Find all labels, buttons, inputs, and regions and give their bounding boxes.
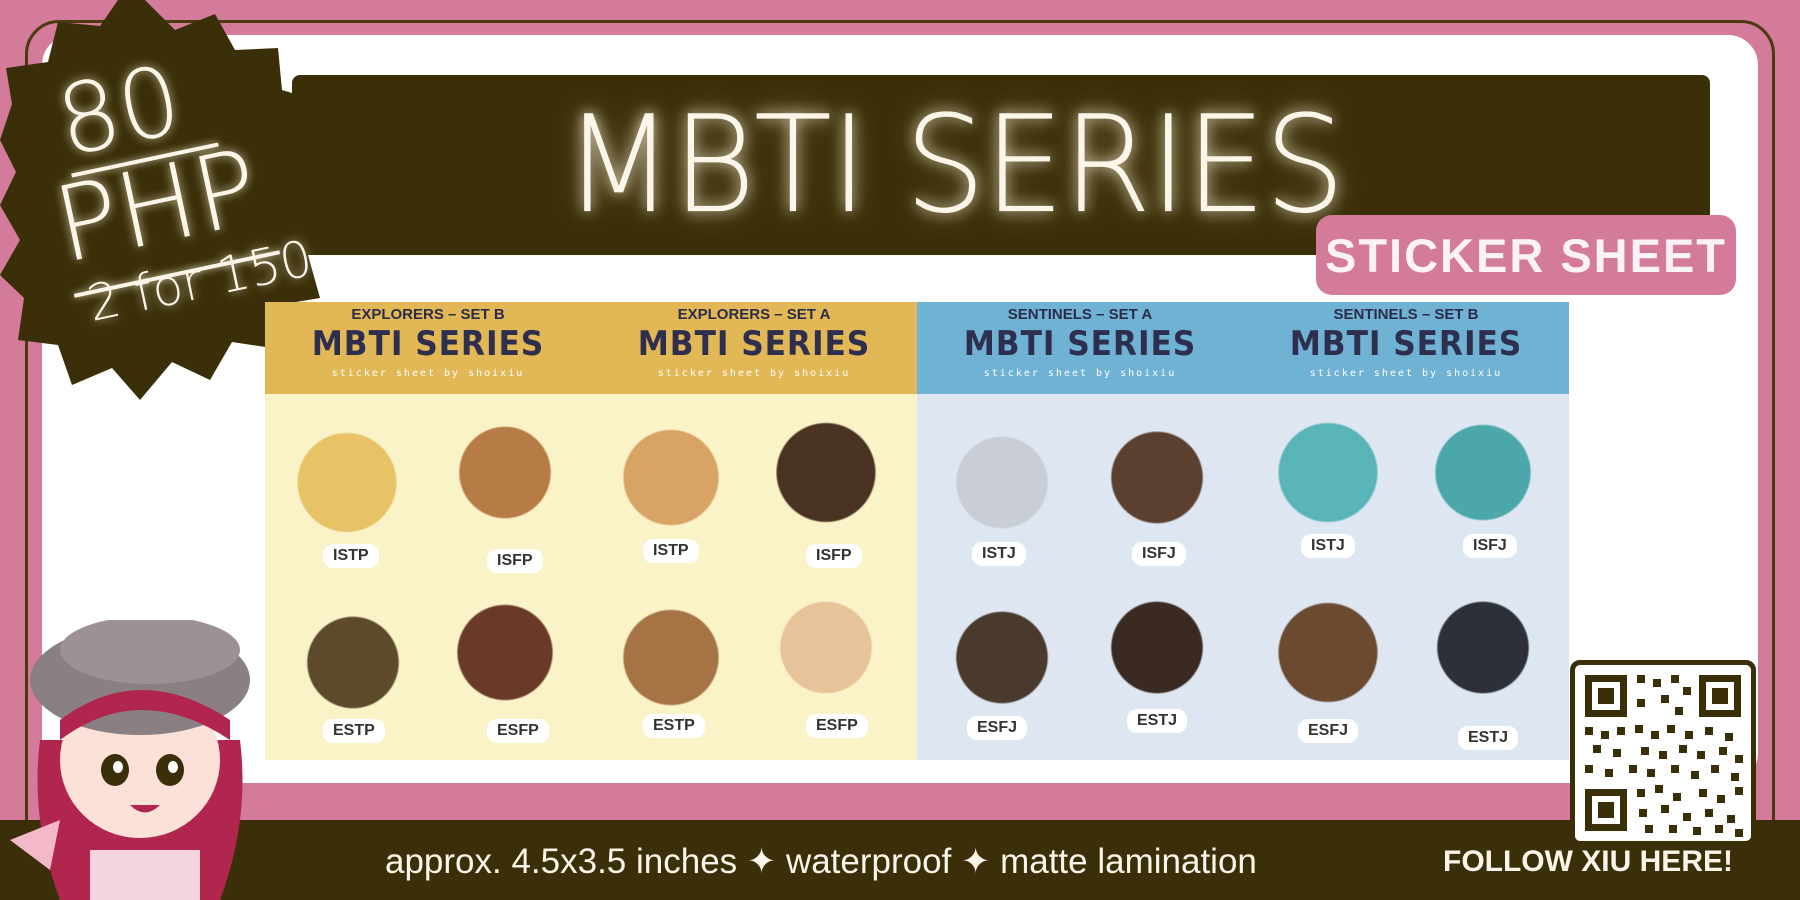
sheet-subtitle: EXPLORERS – SET A bbox=[677, 306, 831, 323]
page-title: MBTI SERIES bbox=[563, 86, 1346, 244]
sheet-subtitle: EXPLORERS – SET B bbox=[351, 306, 505, 323]
sticker-label: ESTJ bbox=[1127, 709, 1188, 733]
sticker-label: ESFJ bbox=[967, 716, 1028, 740]
sticker-character bbox=[942, 424, 1062, 554]
sticker-label: ISFJ bbox=[1463, 534, 1517, 558]
sticker-label: ISFJ bbox=[1132, 542, 1186, 566]
sheet-title: MBTI SERIES bbox=[1289, 324, 1523, 364]
sticker-character bbox=[1097, 589, 1217, 719]
sheet-header: EXPLORERS – SET A MBTI SERIES sticker sh… bbox=[591, 302, 917, 394]
sticker-character bbox=[1268, 594, 1388, 724]
sticker-sheet-explorers-b: EXPLORERS – SET B MBTI SERIES sticker sh… bbox=[265, 302, 591, 760]
sticker-character bbox=[287, 424, 407, 554]
sticker-label: ESFJ bbox=[1298, 719, 1359, 743]
sticker-label: ESTJ bbox=[1458, 726, 1519, 750]
sheet-body: ISTP ISFP ESTP ESFP bbox=[265, 394, 591, 760]
sticker-character bbox=[1268, 414, 1388, 544]
sticker-character bbox=[1097, 419, 1217, 549]
sticker-label: ISTP bbox=[323, 544, 379, 568]
sticker-sheet-explorers-a: EXPLORERS – SET A MBTI SERIES sticker sh… bbox=[591, 302, 917, 760]
sticker-character bbox=[766, 589, 886, 719]
sticker-sheet-sentinels-a: SENTINELS – SET A MBTI SERIES sticker sh… bbox=[917, 302, 1243, 760]
sticker-sheets: EXPLORERS – SET B MBTI SERIES sticker sh… bbox=[265, 302, 1569, 760]
sticker-character bbox=[766, 414, 886, 544]
chibi-avatar-illustration bbox=[10, 616, 250, 900]
sheet-header: SENTINELS – SET A MBTI SERIES sticker sh… bbox=[917, 302, 1243, 394]
sticker-label: ESFP bbox=[487, 719, 549, 743]
sheet-subtitle: SENTINELS – SET B bbox=[1333, 306, 1479, 323]
sticker-label: ISFP bbox=[806, 544, 862, 568]
sticker-label: ESTP bbox=[323, 719, 385, 743]
sheet-title: MBTI SERIES bbox=[637, 324, 871, 364]
sticker-character bbox=[1423, 414, 1543, 544]
qr-code[interactable] bbox=[1570, 660, 1756, 846]
sticker-label: ISTP bbox=[643, 539, 699, 563]
chibi-avatar bbox=[0, 616, 310, 900]
sheet-credit: sticker sheet by shoixiu bbox=[983, 368, 1177, 379]
sticker-sheet-label: STICKER SHEET bbox=[1324, 228, 1728, 282]
sheet-body: ISTP ISFP ESTP ESFP bbox=[591, 394, 917, 760]
sticker-label: ESTP bbox=[643, 714, 705, 738]
sticker-character bbox=[942, 599, 1062, 729]
qr-code-icon bbox=[1585, 675, 1743, 837]
sticker-character bbox=[611, 419, 731, 549]
product-specs: approx. 4.5x3.5 inches ✦ waterproof ✦ ma… bbox=[385, 842, 1257, 881]
sticker-label: ISTJ bbox=[1301, 534, 1355, 558]
sticker-label: ISTJ bbox=[972, 542, 1026, 566]
sheet-credit: sticker sheet by shoixiu bbox=[1309, 368, 1503, 379]
sheet-subtitle: SENTINELS – SET A bbox=[1007, 306, 1153, 323]
sticker-sheet-tag: STICKER SHEET bbox=[1316, 215, 1736, 295]
sheet-body: ISTJ ISFJ ESFJ ESTJ bbox=[1243, 394, 1569, 760]
sheet-title: MBTI SERIES bbox=[311, 324, 545, 364]
follow-cta: FOLLOW XIU HERE! bbox=[1443, 845, 1733, 878]
sheet-header: SENTINELS – SET B MBTI SERIES sticker sh… bbox=[1243, 302, 1569, 394]
sticker-character bbox=[445, 594, 565, 724]
sticker-character bbox=[611, 599, 731, 729]
sheet-body: ISTJ ISFJ ESFJ ESTJ bbox=[917, 394, 1243, 760]
sheet-title: MBTI SERIES bbox=[963, 324, 1197, 364]
sheet-credit: sticker sheet by shoixiu bbox=[331, 368, 525, 379]
sticker-label: ESFP bbox=[806, 714, 868, 738]
sticker-sheet-sentinels-b: SENTINELS – SET B MBTI SERIES sticker sh… bbox=[1243, 302, 1569, 760]
sticker-character bbox=[293, 604, 413, 734]
sticker-character bbox=[445, 414, 565, 544]
sticker-label: ISFP bbox=[487, 549, 543, 573]
sheet-header: EXPLORERS – SET B MBTI SERIES sticker sh… bbox=[265, 302, 591, 394]
sticker-character bbox=[1423, 589, 1543, 719]
sheet-credit: sticker sheet by shoixiu bbox=[657, 368, 851, 379]
